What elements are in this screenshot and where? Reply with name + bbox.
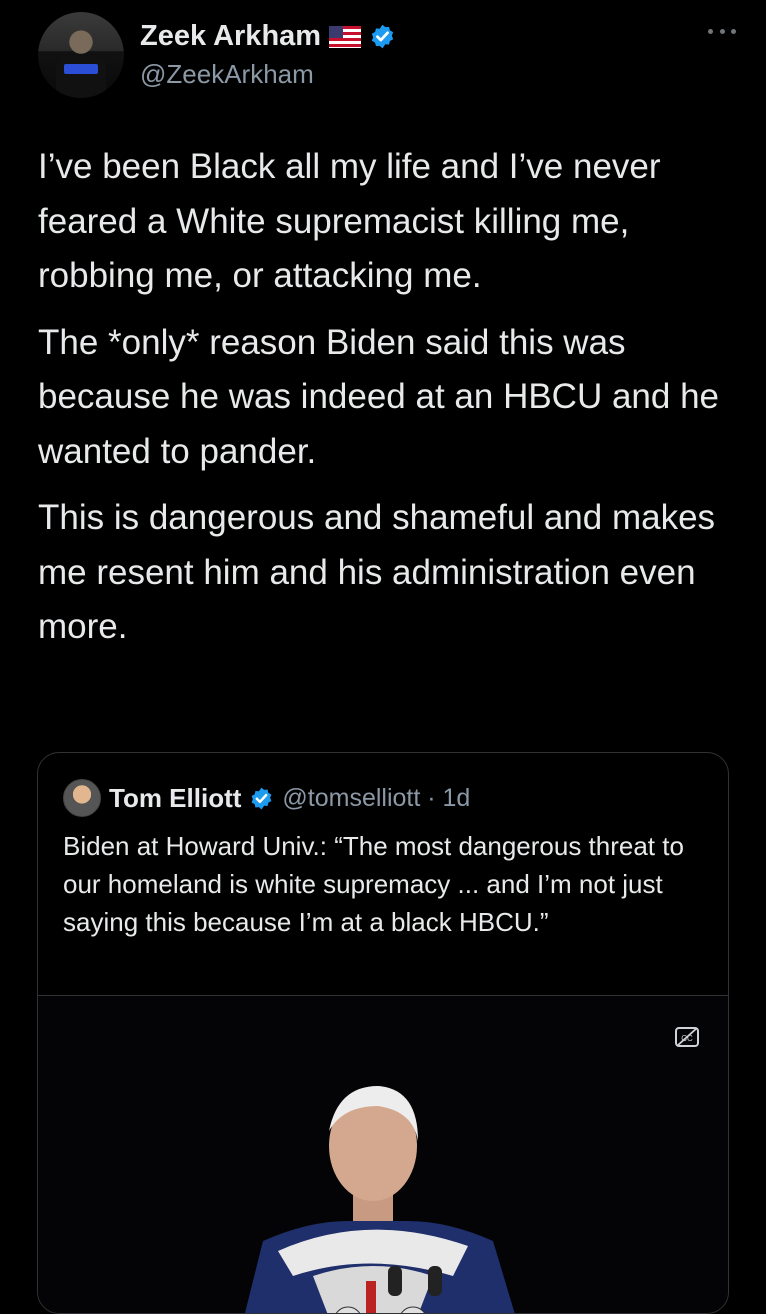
author-avatar[interactable] xyxy=(38,12,124,98)
author-handle[interactable]: @ZeekArkham xyxy=(140,59,396,90)
quoted-author-name[interactable]: Tom Elliott xyxy=(109,783,241,814)
tweet-paragraph: I’ve been Black all my life and I’ve nev… xyxy=(38,147,661,295)
closed-captions-icon[interactable]: CC xyxy=(674,1026,700,1048)
tweet-paragraph: The *only* reason Biden said this was be… xyxy=(38,322,720,471)
quoted-tweet[interactable]: Tom Elliott @tomselliott · 1d Biden at H… xyxy=(37,752,729,1314)
tweet-header: Zeek Arkham @ZeekArkham xyxy=(38,12,736,102)
us-flag-icon xyxy=(329,25,362,48)
more-options-icon[interactable] xyxy=(708,26,736,36)
author-name-row: Zeek Arkham xyxy=(140,20,396,53)
quoted-tweet-video[interactable]: CC xyxy=(38,995,728,1313)
quoted-author-avatar[interactable] xyxy=(63,779,101,817)
quoted-author-handle-time[interactable]: @tomselliott · 1d xyxy=(282,784,470,813)
author-display-name[interactable]: Zeek Arkham xyxy=(140,20,321,53)
tweet-body: I’ve been Black all my life and I’ve nev… xyxy=(38,140,738,667)
verified-badge-icon xyxy=(251,787,272,809)
author-info: Zeek Arkham @ZeekArkham xyxy=(140,20,396,90)
verified-badge-icon xyxy=(371,24,394,49)
speaker-at-podium-image xyxy=(245,1086,515,1313)
quoted-tweet-text: Biden at Howard Univ.: “The most dangero… xyxy=(63,831,684,937)
tweet-paragraph: This is dangerous and shameful and makes… xyxy=(38,498,716,646)
quoted-tweet-header: Tom Elliott @tomselliott · 1d xyxy=(63,779,470,817)
